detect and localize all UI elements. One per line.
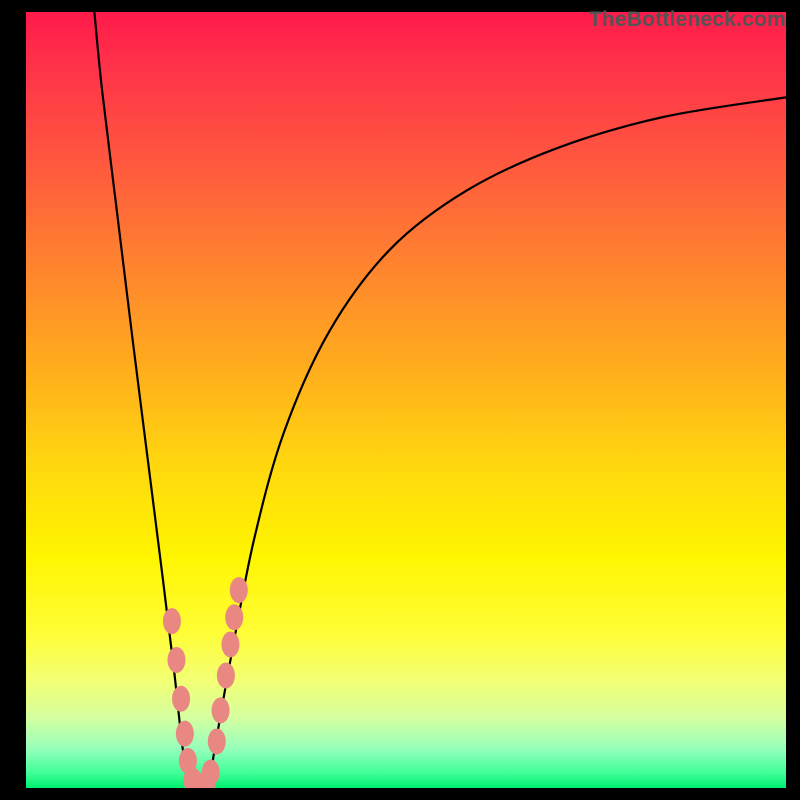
scatter-point bbox=[176, 721, 194, 747]
scatter-point bbox=[167, 647, 185, 673]
curve-right-branch bbox=[208, 97, 786, 788]
scatter-point bbox=[208, 728, 226, 754]
scatter-point bbox=[212, 697, 230, 723]
watermark-text: TheBottleneck.com bbox=[589, 8, 786, 32]
scatter-point bbox=[163, 608, 181, 634]
scatter-point bbox=[230, 577, 248, 603]
scatter-point bbox=[202, 759, 220, 785]
chart-frame: TheBottleneck.com bbox=[0, 0, 800, 800]
plot-area bbox=[26, 12, 786, 788]
chart-svg bbox=[26, 12, 786, 788]
scatter-point bbox=[172, 686, 190, 712]
scatter-point bbox=[225, 604, 243, 630]
scatter-point bbox=[221, 631, 239, 657]
scatter-point bbox=[217, 662, 235, 688]
